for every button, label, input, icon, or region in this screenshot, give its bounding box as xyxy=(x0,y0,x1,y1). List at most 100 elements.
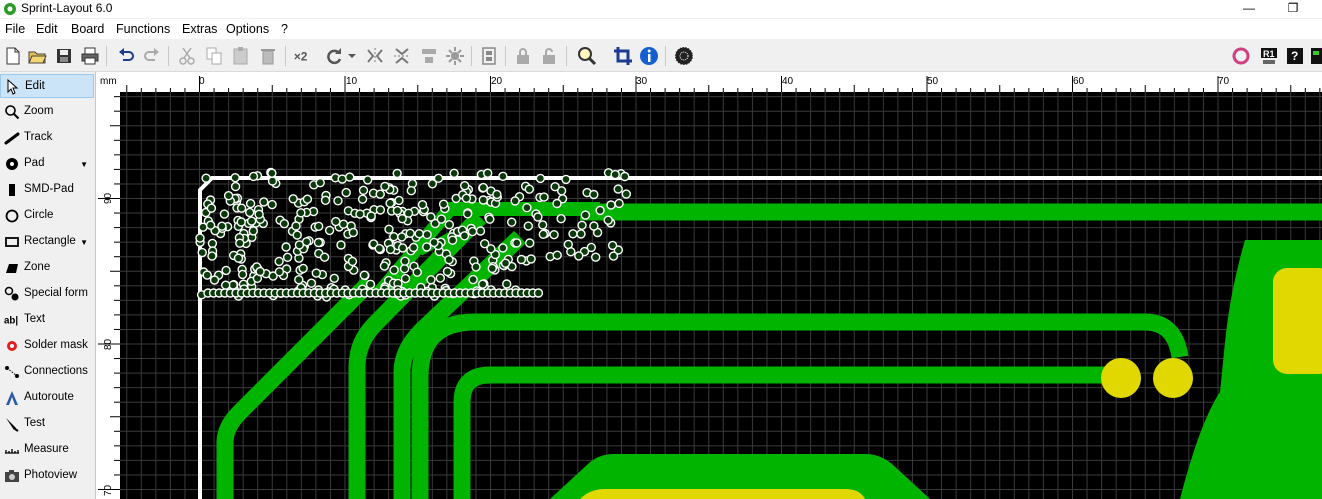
tool-pad[interactable]: Pad ▼ xyxy=(0,152,94,176)
crop-icon[interactable] xyxy=(612,45,634,67)
via xyxy=(406,185,416,196)
via xyxy=(414,228,424,239)
chevron-down-icon[interactable]: ▼ xyxy=(80,238,88,247)
via xyxy=(487,263,497,274)
menu-options[interactable]: Options xyxy=(226,22,269,36)
via xyxy=(348,227,359,238)
via xyxy=(223,190,234,201)
tool-special-form[interactable]: Special form xyxy=(0,282,94,306)
menu-board[interactable]: Board xyxy=(71,22,104,36)
via xyxy=(336,240,346,250)
via xyxy=(556,213,566,224)
chevron-down-icon[interactable] xyxy=(346,45,358,67)
tool-text[interactable]: ab| Text xyxy=(0,308,94,332)
ruler-label: 30 xyxy=(636,76,648,87)
unlock-icon[interactable] xyxy=(538,45,560,67)
chip-icon[interactable] xyxy=(1310,45,1322,67)
menu-edit[interactable]: Edit xyxy=(36,22,58,36)
ring-icon[interactable] xyxy=(1230,45,1252,67)
via xyxy=(533,288,544,298)
save-icon[interactable] xyxy=(53,45,75,67)
tool-label: Zone xyxy=(24,261,51,273)
tool-edit[interactable]: Edit xyxy=(0,74,94,98)
tool-circle[interactable]: Circle xyxy=(0,204,94,228)
zoom-icon[interactable] xyxy=(576,45,598,67)
via xyxy=(267,199,277,210)
via xyxy=(230,172,240,183)
tool-track[interactable]: Track xyxy=(0,126,94,150)
via xyxy=(282,252,293,263)
via xyxy=(417,199,428,210)
copy-icon[interactable] xyxy=(203,45,225,67)
paste-icon[interactable] xyxy=(230,45,252,67)
tool-smd-pad[interactable]: SMD-Pad xyxy=(0,178,94,202)
via xyxy=(365,279,376,290)
tool-measure[interactable]: Measure xyxy=(0,438,94,462)
gerber-icon[interactable] xyxy=(673,45,695,67)
via xyxy=(589,221,599,231)
undo-icon[interactable] xyxy=(115,45,137,67)
via xyxy=(319,252,330,262)
tool-autoroute[interactable]: Autoroute xyxy=(0,386,94,410)
lock-icon[interactable] xyxy=(512,45,534,67)
chevron-down-icon[interactable]: ▼ xyxy=(80,160,88,169)
via xyxy=(533,212,543,222)
cut-icon[interactable] xyxy=(176,45,198,67)
delete-icon[interactable] xyxy=(257,45,279,67)
menu-extras[interactable]: Extras xyxy=(182,22,217,36)
via xyxy=(375,189,385,199)
track-icon xyxy=(4,132,20,145)
via xyxy=(502,279,512,289)
measure-icon xyxy=(5,449,19,454)
new-icon[interactable] xyxy=(2,45,24,67)
menu-functions[interactable]: Functions xyxy=(116,22,170,36)
minimize-button[interactable]: — xyxy=(1234,0,1264,18)
via xyxy=(385,198,395,208)
via xyxy=(306,278,317,288)
tool-rectangle[interactable]: Rectangle ▼ xyxy=(0,230,94,254)
tool-photoview[interactable]: Photoview xyxy=(0,464,94,488)
via xyxy=(267,168,277,178)
tool-zone[interactable]: Zone xyxy=(0,256,94,280)
tool-test[interactable]: Test xyxy=(0,412,94,436)
tool-solder-mask[interactable]: Solder mask xyxy=(0,334,94,358)
mirror-vertical-icon[interactable] xyxy=(391,45,413,67)
via xyxy=(586,242,596,253)
pcb-canvas[interactable] xyxy=(120,92,1322,499)
open-icon[interactable] xyxy=(26,45,48,67)
help-chip-icon[interactable]: ? xyxy=(1284,45,1306,67)
smd-pad-icon xyxy=(9,184,15,196)
duplicate-icon[interactable]: ×2 xyxy=(292,45,316,67)
menu-file[interactable]: File xyxy=(5,22,25,36)
via xyxy=(603,215,613,225)
rotate-icon[interactable] xyxy=(323,45,345,67)
via xyxy=(507,217,517,227)
tool-connections[interactable]: Connections xyxy=(0,360,94,384)
via xyxy=(535,173,546,184)
via xyxy=(288,194,298,204)
via xyxy=(580,210,591,220)
info-icon[interactable] xyxy=(638,45,660,67)
via xyxy=(552,198,562,209)
via xyxy=(201,173,211,183)
redo-icon[interactable] xyxy=(141,45,163,67)
via xyxy=(462,209,473,219)
restore-button[interactable]: ❐ xyxy=(1278,0,1308,18)
via xyxy=(298,263,308,274)
print-icon[interactable] xyxy=(79,45,101,67)
menu-help[interactable]: ? xyxy=(281,22,288,36)
mirror-horizontal-icon[interactable] xyxy=(364,45,386,67)
tool-zoom[interactable]: Zoom xyxy=(0,100,94,124)
via xyxy=(344,172,355,182)
via xyxy=(294,240,305,250)
cursor-icon xyxy=(7,79,19,95)
snap-icon[interactable] xyxy=(444,45,466,67)
align-icon[interactable] xyxy=(418,45,440,67)
rectangle-icon xyxy=(5,237,19,247)
via xyxy=(355,209,365,219)
via xyxy=(400,273,411,284)
via xyxy=(311,268,322,278)
r1-icon[interactable]: R1 xyxy=(1258,45,1280,67)
via xyxy=(538,229,548,240)
group-icon[interactable] xyxy=(478,45,500,67)
